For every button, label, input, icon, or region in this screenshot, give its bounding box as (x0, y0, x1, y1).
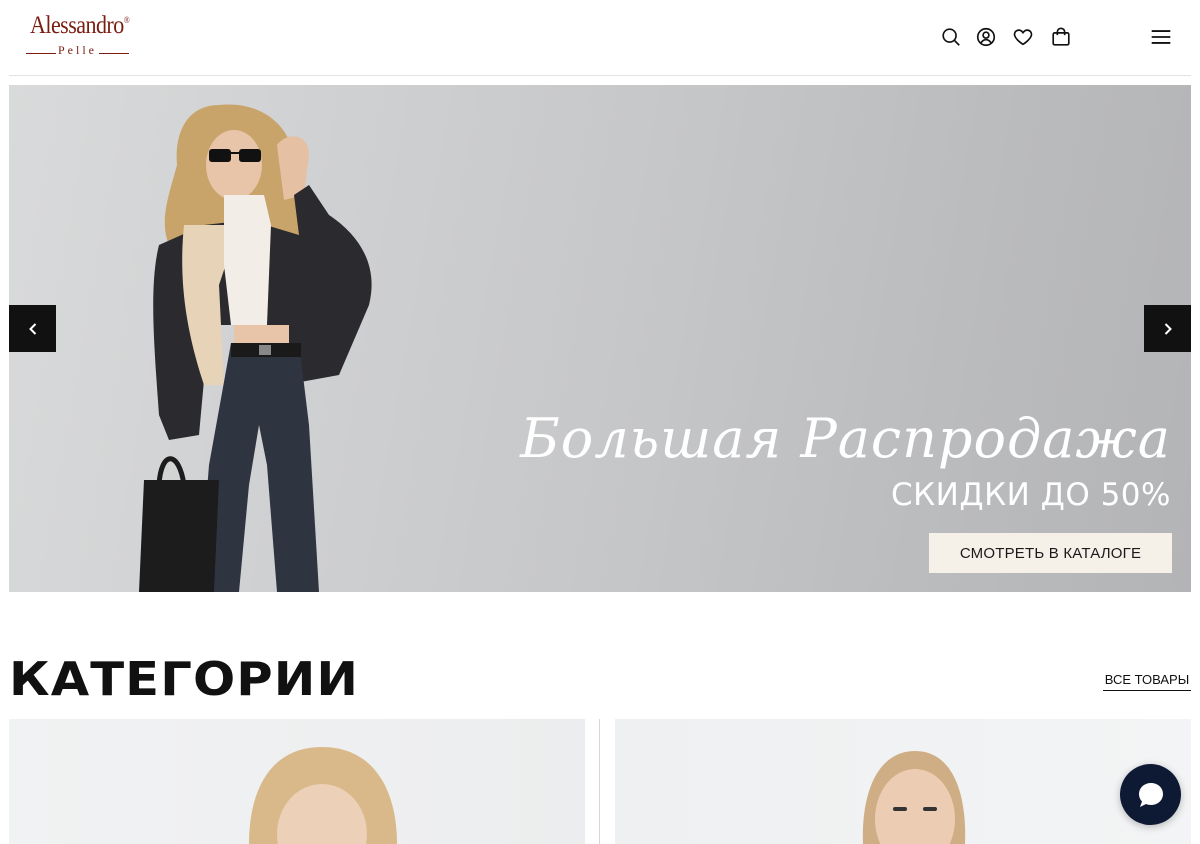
hero-subtitle: СКИДКИ ДО 50% (891, 477, 1171, 513)
chat-bubble-icon (1138, 782, 1163, 807)
chat-button[interactable] (1120, 764, 1181, 825)
hero-title: Большая Распродажа (520, 407, 1171, 470)
header-divider (9, 75, 1191, 76)
category-card[interactable] (615, 719, 1191, 844)
hero-model-image (139, 104, 372, 592)
category-image (862, 751, 966, 844)
chevron-left-icon (28, 322, 36, 335)
category-image (249, 747, 397, 844)
heart-icon[interactable] (1012, 26, 1034, 48)
slider-next-button[interactable] (1144, 305, 1191, 352)
menu-icon[interactable] (1148, 26, 1174, 48)
user-icon[interactable] (975, 26, 997, 48)
hero-banner[interactable]: Большая Распродажа СКИДКИ ДО 50% СМОТРЕТ… (9, 85, 1191, 592)
logo-subtitle: Pelle (26, 43, 129, 58)
logo[interactable]: Alessandro® Pelle (26, 12, 136, 60)
category-card[interactable] (9, 719, 585, 844)
logo-wordmark: Alessandro® (30, 12, 130, 39)
bag-icon[interactable] (1050, 26, 1072, 48)
site-header: Alessandro® Pelle (0, 0, 1200, 76)
search-icon[interactable] (940, 26, 962, 48)
slider-prev-button[interactable] (9, 305, 56, 352)
catalog-button[interactable]: СМОТРЕТЬ В КАТАЛОГЕ (929, 533, 1172, 573)
categories-heading: КАТЕГОРИИ (9, 652, 360, 706)
chevron-right-icon (1164, 322, 1172, 335)
category-divider (599, 719, 600, 844)
all-products-link[interactable]: ВСЕ ТОВАРЫ (1103, 672, 1191, 691)
